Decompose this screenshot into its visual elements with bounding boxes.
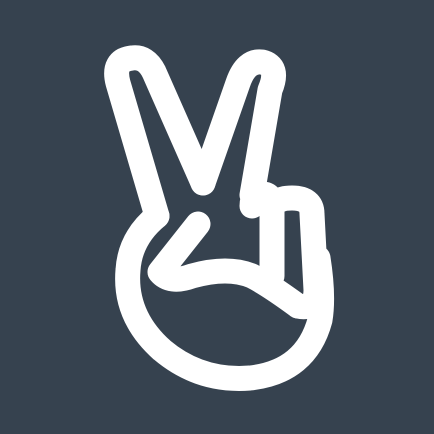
victory-hand-icon bbox=[104, 45, 335, 391]
index-finger bbox=[104, 45, 216, 229]
app-icon: victory-hand-icon bbox=[0, 0, 434, 434]
victory-hand-outline bbox=[104, 45, 335, 391]
middle-finger bbox=[190, 49, 287, 208]
